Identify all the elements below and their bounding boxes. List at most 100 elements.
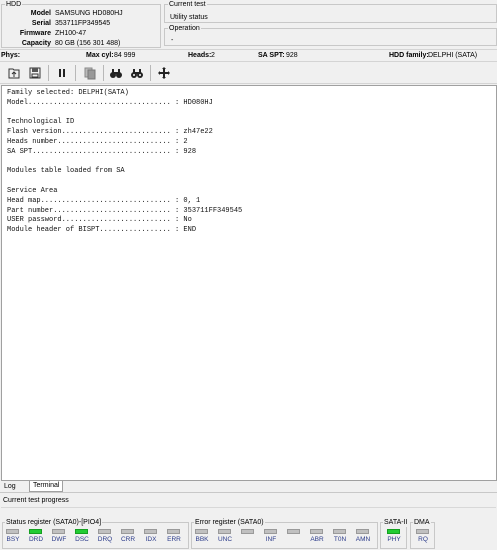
indicator-lamp: [29, 529, 42, 534]
indicator-lamp: [333, 529, 346, 534]
operation-panel: Operation -: [164, 24, 497, 46]
indicator-lamp: [121, 529, 134, 534]
hdd-info-panel: HDD Model SAMSUNG HD080HJ Serial 353711F…: [1, 0, 161, 48]
copy-button[interactable]: [82, 65, 98, 81]
log-line: Module header of BISPT................. …: [7, 226, 197, 235]
indicator-label: BBK: [195, 536, 209, 543]
maxcyl-label: Max cyl:: [86, 52, 114, 59]
log-line: Modules table loaded from SA: [7, 167, 125, 176]
indicator-lamp: [218, 529, 231, 534]
indicator-lamp: [241, 529, 254, 534]
hdd-model-value: SAMSUNG HD080HJ: [55, 10, 123, 17]
heads-value: 2: [211, 52, 215, 59]
open-file-icon: [8, 68, 20, 79]
error-register-legend: Error register (SATA0): [194, 518, 265, 527]
pause-icon: [59, 69, 65, 77]
tab-terminal[interactable]: Terminal: [29, 481, 64, 492]
log-line: Part number............................ …: [7, 206, 243, 215]
progress-label: Current test progress: [3, 497, 69, 504]
hdd-model-key: Model: [30, 10, 51, 17]
hdd-family-value: DELPHI (SATA): [428, 52, 478, 59]
toolbar-separator: [150, 65, 151, 81]
indicator-label: PHY: [387, 536, 401, 543]
indicator-label: RQ: [418, 536, 428, 543]
maxcyl-value: 84 999: [114, 52, 136, 59]
progress-bar: [1, 507, 496, 511]
move-button[interactable]: [156, 65, 172, 81]
hdd-capacity-row: Capacity 80 GB (156 301 488): [2, 39, 160, 48]
log-text: Family selected: DELPHI(SATA) Model......…: [7, 89, 491, 236]
hdd-legend: HDD: [5, 0, 23, 9]
log-line: USER password.......................... …: [7, 216, 192, 225]
indicator-lamp: [6, 529, 19, 534]
status-register-panel: Status register (SATA0)-[PIO4] BSY DRD DWF…: [2, 518, 189, 549]
hdd-serial-value: 353711FP349545: [55, 20, 111, 27]
log-line: SA SPT................................. …: [7, 147, 197, 156]
pause-button[interactable]: [54, 65, 70, 81]
toolbar-separator: [75, 65, 76, 81]
log-line: Heads number........................... …: [7, 137, 188, 146]
indicator-label: INF: [265, 536, 277, 543]
toolbar-separator: [48, 65, 49, 81]
indicator-lamp: [195, 529, 208, 534]
save-file-button[interactable]: [27, 65, 43, 81]
indicator-label: T0N: [333, 536, 347, 543]
indicator-lamp: [167, 529, 180, 534]
indicator-lamp: [144, 529, 157, 534]
sa-spt-value: 928: [286, 52, 298, 59]
sata-register-legend: SATA-II: [383, 518, 409, 527]
hdd-firmware-row: Firmware ZH100-47: [2, 29, 160, 38]
hdd-firmware-key: Firmware: [19, 30, 51, 37]
indicator-lamp: [387, 529, 400, 534]
log-output-area[interactable]: Family selected: DELPHI(SATA) Model......…: [1, 85, 497, 481]
indicator-label: DRQ: [97, 536, 113, 543]
hdd-capacity-key: Capacity: [21, 40, 51, 47]
binoculars-icon: [110, 69, 122, 78]
phys-label: Phys:: [1, 52, 21, 59]
indicator-lamp: [356, 529, 369, 534]
indicator-lamp: [52, 529, 65, 534]
current-test-legend: Current test: [168, 0, 207, 9]
indicator-label: CRR: [120, 536, 136, 543]
indicator-label: IDX: [145, 536, 157, 543]
log-line: Head map............................... …: [7, 196, 201, 205]
utility-status-text: Utility status: [170, 14, 208, 21]
indicator-lamp: [287, 529, 300, 534]
hdd-family-label: HDD family:: [389, 52, 429, 59]
indicator-label: DSC: [75, 536, 89, 543]
log-line: Family selected: DELPHI(SATA): [7, 89, 129, 97]
status-register-legend: Status register (SATA0)-[PIO4]: [5, 518, 103, 527]
dma-register-legend: DMA: [413, 518, 431, 527]
log-line: Service Area: [7, 186, 58, 195]
find-next-button[interactable]: [129, 65, 145, 81]
toolbar: [0, 61, 497, 84]
open-file-button[interactable]: [6, 65, 22, 81]
indicator-label: ERR: [167, 536, 181, 543]
hdd-capacity-value: 80 GB (156 301 488): [55, 40, 121, 47]
indicator-lamp: [310, 529, 323, 534]
bottom-tabs: Log Terminal: [0, 481, 497, 492]
binoculars-search-icon: [131, 69, 143, 78]
log-line: Model.................................. …: [7, 98, 213, 107]
indicator-lamp: [98, 529, 111, 534]
indicator-label: AMN: [355, 536, 371, 543]
save-file-icon: [29, 67, 41, 79]
progress-section: Current test progress: [0, 492, 497, 512]
indicator-label: BSY: [6, 536, 20, 543]
hdd-model-row: Model SAMSUNG HD080HJ: [2, 9, 160, 18]
hdd-serial-key: Serial: [31, 20, 51, 27]
dma-register-panel: DMA RQ: [410, 518, 435, 549]
heads-label: Heads:: [188, 52, 212, 59]
find-button[interactable]: [108, 65, 124, 81]
drive-info-bar: Phys: Max cyl: 84 999 Heads: 2 SA SPT: 9…: [0, 49, 497, 60]
hdd-firmware-value: ZH100-47: [55, 30, 87, 37]
log-line: Flash version.......................... …: [7, 128, 213, 137]
hdd-serial-row: Serial 353711FP349545: [2, 19, 160, 28]
indicator-label: ABR: [310, 536, 324, 543]
indicator-label: DWF: [51, 536, 67, 543]
indicator-label: DRD: [28, 536, 44, 543]
sata-register-panel: SATA-II PHY: [380, 518, 409, 549]
